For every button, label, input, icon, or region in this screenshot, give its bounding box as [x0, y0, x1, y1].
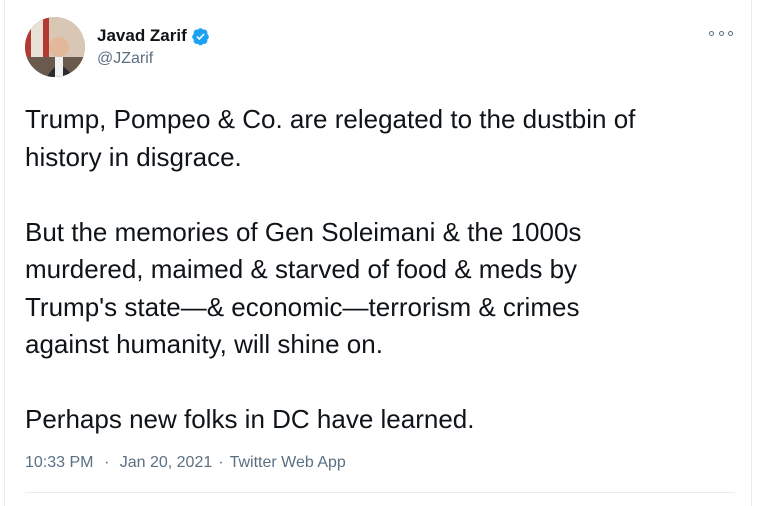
tweet-line: against humanity, will shine on.: [25, 329, 383, 359]
profile-photo-icon: [25, 17, 85, 77]
tweet-source-link[interactable]: Twitter Web App: [230, 454, 346, 472]
tweet-time: 10:33 PM: [25, 454, 94, 471]
tweet-paragraph: Perhaps new folks in DC have learned.: [25, 401, 725, 439]
dot-icon: [718, 30, 724, 36]
more-options-icon[interactable]: [709, 26, 733, 40]
tweet-line: But the memories of Gen Soleimani & the …: [25, 216, 582, 247]
tweet-paragraph: But the memories of Gen Soleimani & the …: [25, 214, 725, 364]
tweet-line: Perhaps new folks in DC have learned.: [25, 404, 475, 434]
author-names: Javad Zarif @JZarif: [97, 26, 210, 68]
tweet-line: murdered, maimed & starved of food & med…: [25, 254, 578, 284]
tweet-paragraph: Trump, Pompeo & Co. are relegated to the…: [25, 101, 725, 176]
dot-icon: [728, 30, 733, 36]
divider: [25, 492, 735, 493]
meta-separator: ·: [103, 454, 110, 471]
tweet-metadata: 10:33 PM · Jan 20, 2021 · Twitter Web Ap…: [25, 454, 346, 472]
author-handle[interactable]: @JZarif: [97, 50, 210, 68]
tweet-card: Javad Zarif @JZarif Trump, Pompeo & Co. …: [4, 0, 752, 506]
tweet-line: history in disgrace.: [25, 141, 242, 172]
display-name[interactable]: Javad Zarif: [97, 26, 187, 46]
meta-separator: ·: [218, 454, 224, 471]
tweet-header: Javad Zarif @JZarif: [25, 17, 210, 77]
tweet-time-link[interactable]: 10:33 PM · Jan 20, 2021: [25, 454, 212, 472]
tweet-date: Jan 20, 2021: [119, 454, 213, 471]
dot-icon: [709, 30, 714, 36]
tweet-text: Trump, Pompeo & Co. are relegated to the…: [25, 101, 725, 439]
tweet-line: Trump's state—& economic—terrorism & cri…: [25, 291, 580, 322]
tweet-line: Trump, Pompeo & Co. are relegated to the…: [25, 104, 636, 134]
avatar[interactable]: [25, 17, 85, 77]
verified-badge-icon: [191, 27, 210, 46]
display-name-row: Javad Zarif: [97, 26, 210, 46]
